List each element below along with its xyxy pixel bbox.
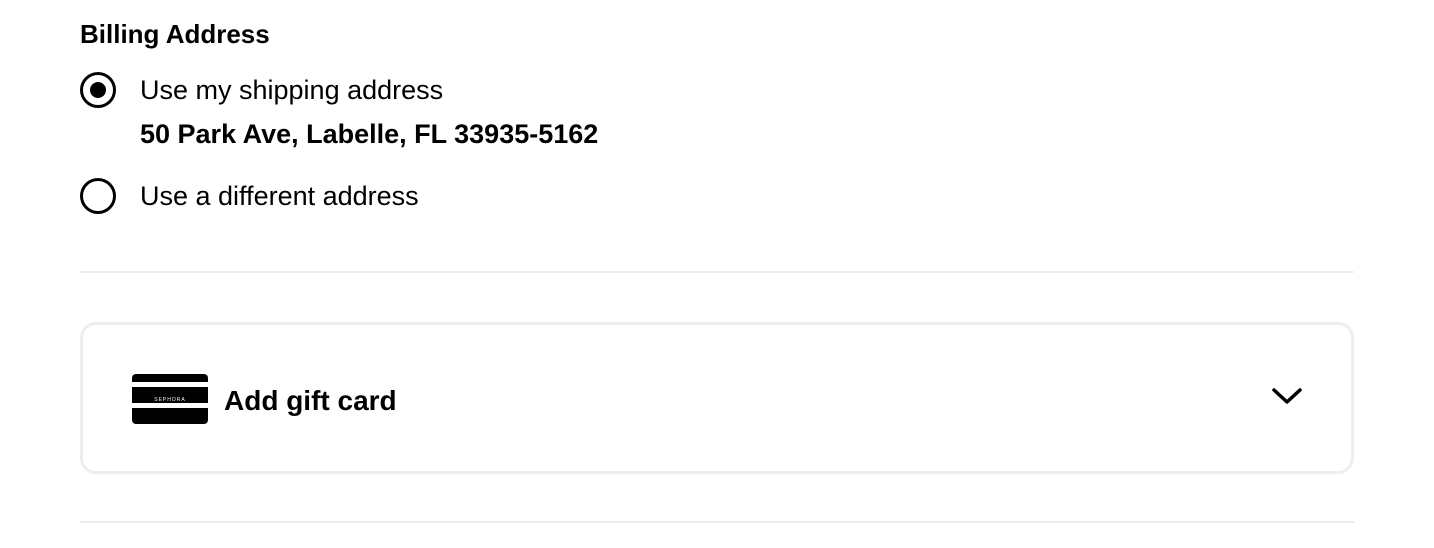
use-shipping-address-label: Use my shipping address [140,75,444,105]
radio-selected-icon[interactable] [80,72,116,108]
shipping-address-text: 50 Park Ave, Labelle, FL 33935-5162 [140,119,599,149]
billing-page: Billing Address Use my shipping address … [0,0,1434,548]
add-gift-card-toggle[interactable]: SEPHORA Add gift card [80,322,1354,474]
section-divider [80,521,1354,523]
radio-unselected-icon[interactable] [80,178,116,214]
sephora-gift-card-icon: SEPHORA [132,374,208,424]
billing-address-heading: Billing Address [80,19,270,49]
use-shipping-address-option[interactable]: Use my shipping address [80,72,443,108]
add-gift-card-label: Add gift card [224,385,397,416]
section-divider [80,271,1354,273]
sephora-logo-text: SEPHORA [154,397,185,403]
chevron-down-icon[interactable] [1271,385,1303,409]
use-different-address-label: Use a different address [140,181,419,211]
use-different-address-option[interactable]: Use a different address [80,178,419,214]
